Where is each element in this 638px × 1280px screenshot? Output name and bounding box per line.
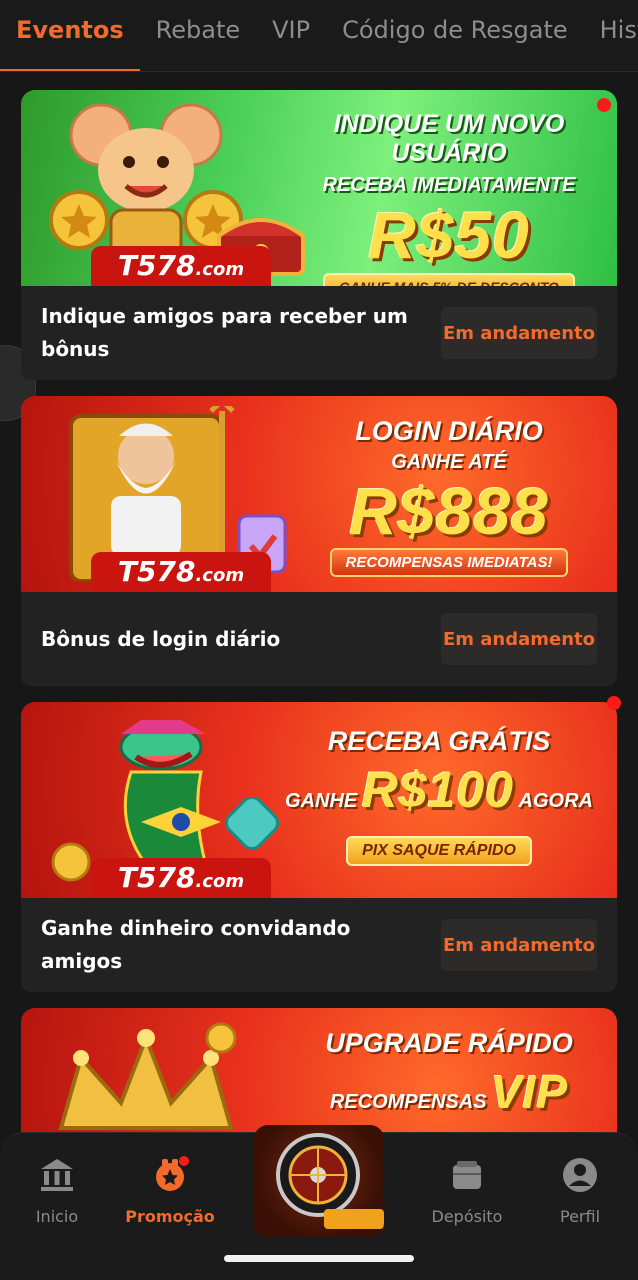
user-icon bbox=[563, 1158, 597, 1192]
nav-perfil[interactable]: Perfil bbox=[535, 1155, 625, 1226]
banner-ribbon: RECOMPENSAS IMEDIATAS! bbox=[329, 548, 569, 577]
nav-label: Inicio bbox=[35, 1207, 79, 1226]
notification-dot bbox=[597, 98, 611, 112]
promotion-tabs: Eventos Rebate VIP Código de Resgate His… bbox=[0, 0, 638, 72]
brand-logo: T578.com bbox=[91, 552, 271, 592]
event-title: Bônus de login diário bbox=[41, 626, 281, 651]
brand-logo: T578.com bbox=[91, 858, 271, 898]
banner-amount: R$888 bbox=[349, 474, 549, 548]
banner-subheadline: RECEBA IMEDIATAMENTE bbox=[322, 174, 576, 196]
event-card[interactable]: T578.com INDIQUE UM NOVO USUÁRIO RECEBA … bbox=[21, 90, 617, 380]
nav-label: Depósito bbox=[431, 1207, 503, 1226]
event-card[interactable]: T578.com LOGIN DIÁRIO GANHE ATÉ R$888 RE… bbox=[21, 396, 617, 686]
tab-rebate[interactable]: Rebate bbox=[140, 0, 256, 71]
banner-amount: R$50 bbox=[368, 198, 530, 272]
event-title: Indique amigos para receber um bônus bbox=[41, 304, 408, 361]
bank-icon bbox=[41, 1159, 73, 1191]
event-info-row: Ganhe dinheiro convidando amigos Em anda… bbox=[21, 898, 617, 992]
gift-alarm-icon bbox=[156, 1156, 189, 1191]
tab-vip[interactable]: VIP bbox=[256, 0, 326, 71]
banner-prefix: GANHE bbox=[285, 790, 358, 812]
tab-eventos[interactable]: Eventos bbox=[0, 0, 140, 71]
banner-amount: R$100 bbox=[361, 762, 515, 818]
pix-logo-icon bbox=[224, 798, 280, 851]
roulette-center-button[interactable] bbox=[254, 1125, 384, 1237]
promotions-page: Eventos Rebate VIP Código de Resgate His… bbox=[0, 0, 638, 1280]
wallet-icon bbox=[453, 1161, 481, 1189]
event-info-row: Indique amigos para receber um bônus Em … bbox=[21, 286, 617, 380]
tab-historico[interactable]: Hist bbox=[584, 0, 638, 71]
banner-subheadline: RECOMPENSAS bbox=[329, 1091, 487, 1113]
nav-label: Perfil bbox=[559, 1207, 601, 1226]
event-banner-referral[interactable]: T578.com INDIQUE UM NOVO USUÁRIO RECEBA … bbox=[21, 90, 617, 286]
nav-label: Promoção bbox=[125, 1207, 215, 1226]
status-button[interactable]: Em andamento bbox=[441, 919, 597, 971]
banner-subheadline: GANHE ATÉ bbox=[391, 451, 507, 473]
event-card[interactable]: T578.com RECEBA GRÁTIS GANHE R$100 AGORA… bbox=[21, 696, 621, 992]
event-banner-daily-login[interactable]: T578.com LOGIN DIÁRIO GANHE ATÉ R$888 RE… bbox=[21, 396, 617, 592]
event-list: T578.com INDIQUE UM NOVO USUÁRIO RECEBA … bbox=[21, 90, 621, 1220]
status-button[interactable]: Em andamento bbox=[441, 613, 597, 665]
nav-inicio[interactable]: Inicio bbox=[12, 1155, 102, 1226]
banner-ribbon: PIX SAQUE RÁPIDO bbox=[346, 836, 532, 866]
home-indicator bbox=[224, 1255, 414, 1262]
brand-logo: T578.com bbox=[91, 246, 271, 286]
banner-headline: LOGIN DIÁRIO bbox=[355, 416, 543, 446]
banner-ribbon: GANHE MAIS 5% DE DESCONTO bbox=[323, 273, 575, 286]
notification-dot bbox=[607, 696, 621, 710]
nav-deposito[interactable]: Depósito bbox=[422, 1155, 512, 1226]
event-banner-invite-friends[interactable]: T578.com RECEBA GRÁTIS GANHE R$100 AGORA… bbox=[21, 702, 617, 898]
nav-promocao[interactable]: Promoção bbox=[125, 1155, 215, 1226]
status-button[interactable]: Em andamento bbox=[441, 307, 597, 359]
banner-headline: RECEBA GRÁTIS bbox=[327, 726, 551, 756]
event-info-row: Bônus de login diário Em andamento bbox=[21, 592, 617, 686]
event-title: Ganhe dinheiro convidando amigos bbox=[41, 916, 351, 973]
banner-suffix: AGORA bbox=[518, 790, 593, 812]
tab-codigo-resgate[interactable]: Código de Resgate bbox=[326, 0, 584, 71]
banner-headline: UPGRADE RÁPIDO bbox=[325, 1028, 573, 1058]
roulette-wheel-icon bbox=[276, 1133, 384, 1229]
banner-headline: INDIQUE UM NOVO USUÁRIO bbox=[333, 110, 565, 167]
banner-amount: VIP bbox=[491, 1066, 569, 1118]
